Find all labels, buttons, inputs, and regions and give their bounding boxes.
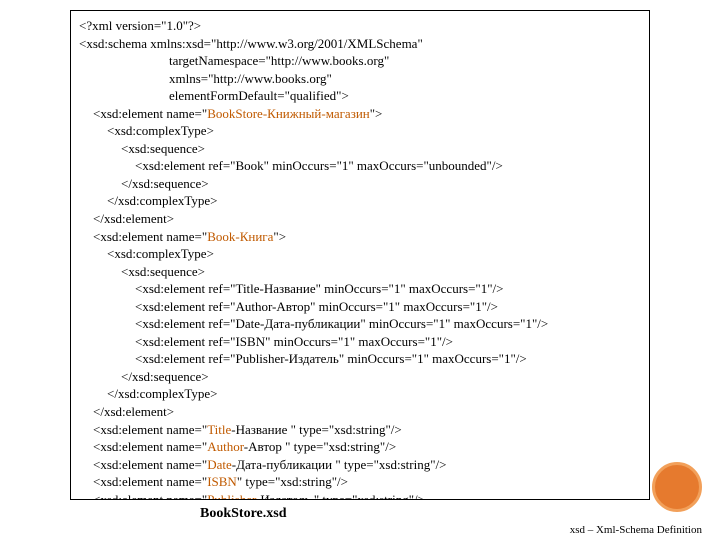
line-date-ref: <xsd:element ref="Date-Дата-публикации" …: [79, 315, 641, 333]
line-isbn-elem: <xsd:element name="ISBN" type="xsd:strin…: [79, 473, 641, 491]
line-schema-xmlns: xmlns="http://www.books.org": [79, 70, 641, 88]
line-book-ref: <xsd:element ref="Book" minOccurs="1" ma…: [79, 157, 641, 175]
name-date: Date: [207, 457, 232, 472]
line-complextype-open2: <xsd:complexType>: [79, 245, 641, 263]
footnote: xsd – Xml-Schema Definition: [570, 524, 702, 536]
decorative-circle-icon: [652, 462, 702, 512]
name-book: Book-Книга: [207, 229, 273, 244]
line-complextype-close: </xsd:complexType>: [79, 192, 641, 210]
line-author-ref: <xsd:element ref="Author-Автор" minOccur…: [79, 298, 641, 316]
line-sequence-close2: </xsd:sequence>: [79, 368, 641, 386]
name-publisher: Publisher: [207, 492, 256, 500]
line-sequence-open2: <xsd:sequence>: [79, 263, 641, 281]
line-element-close2: </xsd:element>: [79, 403, 641, 421]
name-author: Author: [207, 439, 244, 454]
line-book-elem: <xsd:element name="Book-Книга">: [79, 228, 641, 246]
code-box: <?xml version="1.0"?> <xsd:schema xmlns:…: [70, 10, 650, 500]
line-schema-open: <xsd:schema xmlns:xsd="http://www.w3.org…: [79, 36, 423, 51]
line-element-close: </xsd:element>: [79, 210, 641, 228]
name-title: Title: [207, 422, 231, 437]
line-publisher-ref: <xsd:element ref="Publisher-Издатель" mi…: [79, 350, 641, 368]
name-bookstore: BookStore-Книжный-магазин: [207, 106, 370, 121]
line-complextype-open: <xsd:complexType>: [79, 122, 641, 140]
line-schema-efd: elementFormDefault="qualified">: [79, 87, 641, 105]
line-bookstore-elem: <xsd:element name="BookStore-Книжный-маг…: [79, 105, 641, 123]
line-sequence-close: </xsd:sequence>: [79, 175, 641, 193]
line-schema-ns: targetNamespace="http://www.books.org": [79, 52, 641, 70]
line-isbn-ref: <xsd:element ref="ISBN" minOccurs="1" ma…: [79, 333, 641, 351]
line-date-elem: <xsd:element name="Date-Дата-публикации …: [79, 456, 641, 474]
name-isbn: ISBN: [207, 474, 237, 489]
line-title-ref: <xsd:element ref="Title-Название" minOcc…: [79, 280, 641, 298]
line-sequence-open: <xsd:sequence>: [79, 140, 641, 158]
line-title-elem: <xsd:element name="Title-Название " type…: [79, 421, 641, 439]
line-author-elem: <xsd:element name="Author-Автор " type="…: [79, 438, 641, 456]
line-xml-decl: <?xml version="1.0"?>: [79, 18, 201, 33]
line-complextype-close2: </xsd:complexType>: [79, 385, 641, 403]
line-publisher-elem: <xsd:element name="Publisher-Издатель " …: [79, 491, 641, 500]
caption: BookStore.xsd: [200, 506, 286, 522]
